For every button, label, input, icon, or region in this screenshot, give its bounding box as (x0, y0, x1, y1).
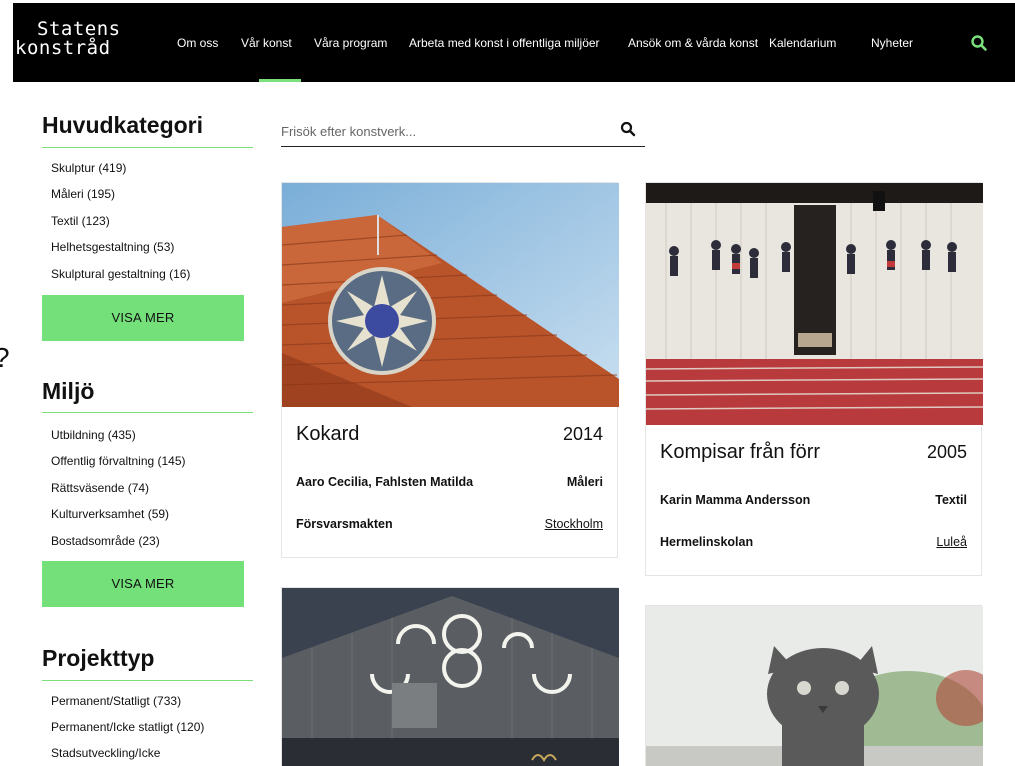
site-logo[interactable]: Statens konstråd (15, 20, 121, 58)
nav-item-kalendarium[interactable]: Kalendarium (769, 36, 836, 50)
nav-item-var-konst[interactable]: Vår konst (241, 36, 292, 50)
artwork-search (281, 117, 645, 147)
artwork-place: Försvarsmakten (296, 517, 393, 531)
nav-item-arbeta-med-konst[interactable]: Arbeta med konst i offentliga miljöer (409, 36, 600, 50)
artwork-card[interactable]: Kompisar från förr 2005 Karin Mamma Ande… (645, 182, 983, 576)
card-artist-row: Karin Mamma Andersson Textil (660, 493, 967, 507)
header-search-icon[interactable] (970, 34, 988, 52)
filter-item[interactable]: Permanent/Statligt (733) (51, 694, 181, 708)
artwork-title[interactable]: Kokard (296, 423, 359, 446)
filter-divider (42, 147, 253, 148)
filter-title-projekttyp: Projekttyp (42, 645, 155, 671)
card-location-row: Försvarsmakten Stockholm (296, 517, 603, 531)
artwork-card[interactable]: Kokard 2014 Aaro Cecilia, Fahlsten Matil… (281, 182, 619, 558)
artwork-place: Hermelinskolan (660, 535, 754, 549)
filter-item[interactable]: Offentlig förvaltning (145) (51, 454, 186, 468)
filter-item[interactable]: Bostadsområde (23) (51, 534, 160, 548)
artwork-year: 2014 (562, 424, 603, 444)
artwork-image[interactable] (646, 183, 983, 425)
artwork-image[interactable] (282, 183, 619, 407)
artwork-category: Måleri (566, 475, 603, 489)
nav-item-ansok[interactable]: Ansök om & vårda konst (628, 36, 758, 50)
search-icon[interactable] (620, 121, 636, 137)
filter-divider (42, 412, 253, 413)
site-header: Statens konstråd Om oss Vår konst Våra p… (13, 3, 1015, 82)
card-header-row: Kompisar från förr 2005 (660, 441, 967, 464)
filter-title-miljo: Miljö (42, 378, 95, 404)
logo-line-2: konstråd (15, 37, 111, 59)
artwork-city-link[interactable]: Luleå (936, 535, 967, 549)
card-location-row: Hermelinskolan Luleå (660, 535, 967, 549)
filter-item[interactable]: Kulturverksamhet (59) (51, 507, 169, 521)
filter-divider (42, 680, 253, 681)
card-artist-row: Aaro Cecilia, Fahlsten Matilda Måleri (296, 475, 603, 489)
filter-item[interactable]: Textil (123) (51, 214, 110, 228)
filter-item[interactable]: Helhetsgestaltning (53) (51, 240, 174, 254)
artwork-card[interactable] (281, 587, 619, 766)
filter-item[interactable]: Rättsväsende (74) (51, 481, 149, 495)
filter-item[interactable]: Skulptur (419) (51, 161, 126, 175)
filter-item[interactable]: Utbildning (435) (51, 428, 136, 442)
nav-item-nyheter[interactable]: Nyheter (871, 36, 913, 50)
filter-item[interactable]: Skulptural gestaltning (16) (51, 267, 190, 281)
artwork-category: Textil (935, 493, 967, 507)
artwork-artist: Aaro Cecilia, Fahlsten Matilda (296, 475, 474, 489)
stray-glyph: ? (0, 342, 10, 374)
filter-item[interactable]: Permanent/Icke statligt (120) (51, 720, 204, 734)
active-nav-indicator (259, 79, 301, 82)
filter-item[interactable]: Stadsutveckling/Icke (51, 746, 160, 760)
filter-item[interactable]: Måleri (195) (51, 187, 115, 201)
visa-mer-button-huvudkategori[interactable]: VISA MER (42, 295, 244, 341)
artwork-title[interactable]: Kompisar från förr (660, 441, 820, 464)
nav-item-vara-program[interactable]: Våra program (314, 36, 387, 50)
artwork-image[interactable] (646, 606, 983, 766)
artwork-artist: Karin Mamma Andersson (660, 493, 811, 507)
artwork-card[interactable] (645, 605, 983, 766)
artwork-image[interactable] (282, 588, 619, 766)
search-input[interactable] (281, 117, 611, 145)
filter-title-huvudkategori: Huvudkategori (42, 112, 204, 138)
visa-mer-button-miljo[interactable]: VISA MER (42, 561, 244, 607)
artwork-year: 2005 (926, 442, 967, 462)
card-header-row: Kokard 2014 (296, 423, 603, 446)
nav-item-om-oss[interactable]: Om oss (177, 36, 218, 50)
artwork-city-link[interactable]: Stockholm (545, 517, 603, 531)
